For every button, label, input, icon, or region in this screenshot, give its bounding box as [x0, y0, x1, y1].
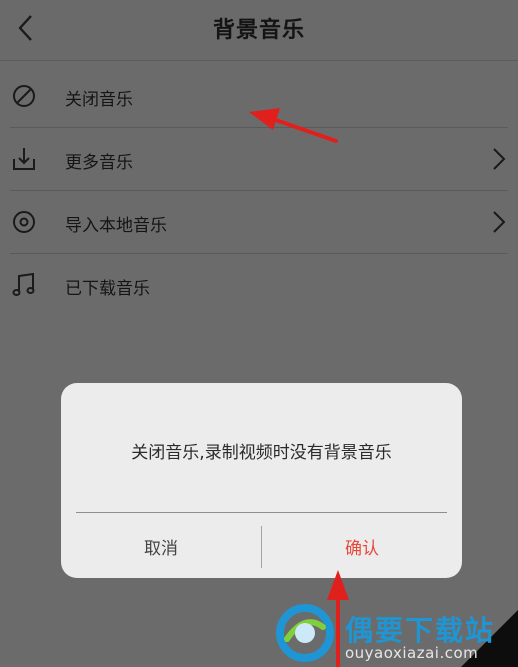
list-item-downloaded-music[interactable]: 已下载音乐: [10, 254, 508, 316]
disc-icon: [13, 211, 35, 233]
watermark-url: ouyaoxiazai.com: [345, 644, 479, 662]
dialog-divider: [76, 512, 447, 513]
list-item-close-music[interactable]: 关闭音乐: [10, 65, 508, 128]
chevron-right-icon: [493, 148, 506, 170]
download-icon: [13, 148, 35, 170]
header: 背景音乐: [0, 0, 518, 61]
watermark-logo-icon: [276, 604, 334, 662]
list-item-label: 已下载音乐: [65, 279, 150, 299]
cancel-button[interactable]: 取消: [61, 529, 261, 569]
page-title: 背景音乐: [212, 18, 305, 43]
list-item-label: 关闭音乐: [65, 90, 133, 110]
confirm-button[interactable]: 确认: [262, 529, 462, 569]
list-item-import-local-music[interactable]: 导入本地音乐: [10, 191, 508, 254]
watermark-title: 偶要下载站: [345, 614, 496, 647]
music-options-list: 关闭音乐 更多音乐 导入本地音乐 已下载音乐: [0, 65, 518, 316]
list-item-label: 更多音乐: [65, 153, 133, 173]
screen: 背景音乐 关闭音乐 更多音乐 导入本地音乐 已下载音乐 关闭音乐,录制视频时没有…: [0, 0, 518, 667]
list-item-more-music[interactable]: 更多音乐: [10, 128, 508, 191]
list-item-label: 导入本地音乐: [65, 216, 167, 236]
dialog-message: 关闭音乐,录制视频时没有背景音乐: [131, 443, 392, 463]
music-note-icon: [12, 272, 35, 296]
watermark: 偶要下载站 ouyaoxiazai.com: [275, 603, 518, 667]
chevron-right-icon: [493, 211, 506, 233]
confirm-dialog: 关闭音乐,录制视频时没有背景音乐 取消 确认: [61, 383, 462, 578]
no-music-icon: [13, 85, 35, 107]
